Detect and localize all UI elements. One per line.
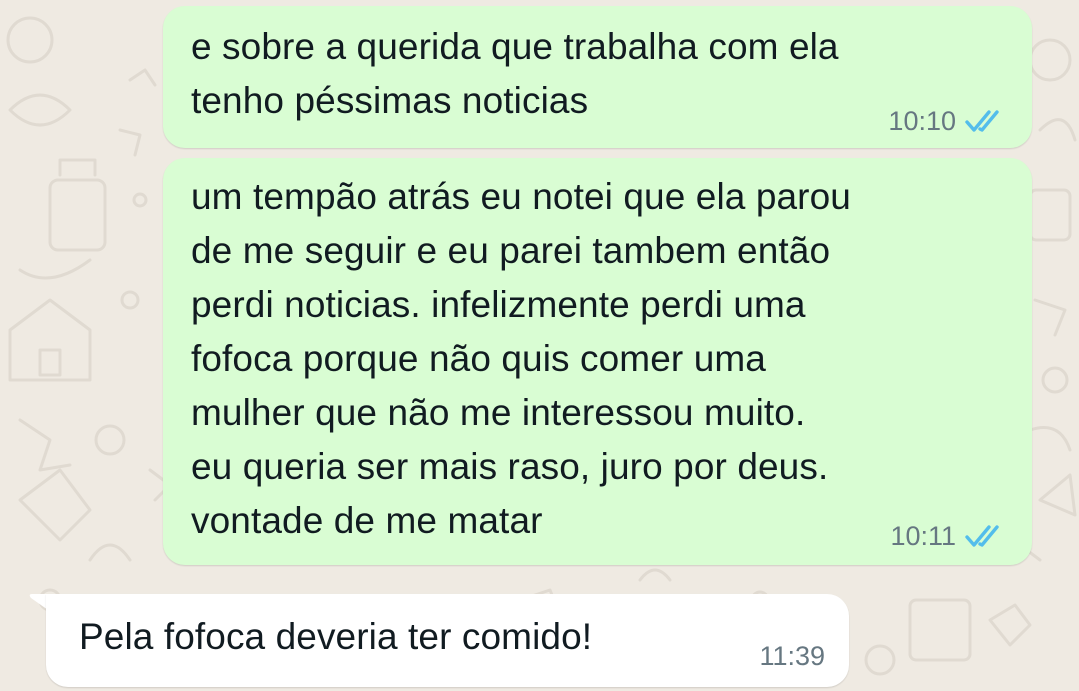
message-text: e sobre a querida que trabalha com ela t… xyxy=(191,26,839,121)
message-meta: 10:10 xyxy=(888,106,1002,136)
message-meta: 11:39 xyxy=(759,641,825,671)
double-check-read-icon xyxy=(965,525,999,547)
message-time: 10:11 xyxy=(890,521,956,551)
message-text: Pela fofoca deveria ter comido! xyxy=(79,616,593,657)
message-text: um tempão atrás eu notei que ela parou d… xyxy=(191,176,851,541)
message-time: 10:10 xyxy=(888,106,956,136)
double-check-read-icon xyxy=(965,110,999,132)
message-meta: 10:11 xyxy=(890,521,1002,551)
outgoing-message-bubble[interactable]: um tempão atrás eu notei que ela parou d… xyxy=(163,158,1032,565)
message-time: 11:39 xyxy=(759,641,825,671)
incoming-message-bubble[interactable]: Pela fofoca deveria ter comido! 11:39 xyxy=(46,594,849,687)
outgoing-message-bubble[interactable]: e sobre a querida que trabalha com ela t… xyxy=(163,6,1032,148)
